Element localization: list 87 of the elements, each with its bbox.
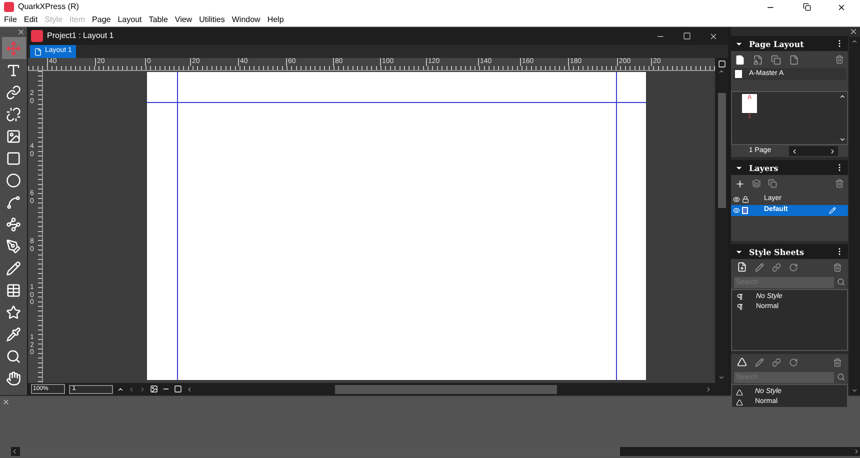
search-icon [6, 348, 21, 364]
menu-item[interactable]: File [4, 14, 17, 26]
link-icon[interactable] [772, 262, 781, 272]
layer-color-swatch [742, 207, 748, 214]
panel-title: Style Sheets [749, 246, 806, 258]
menu-item[interactable]: Layout [118, 14, 142, 26]
page-icon[interactable] [789, 54, 799, 64]
delete-icon[interactable] [833, 262, 842, 272]
panel-title: Layers [749, 162, 780, 174]
eye-icon[interactable] [733, 196, 740, 203]
table-icon [6, 282, 21, 298]
oval-tool-icon [6, 172, 21, 188]
menu-item[interactable]: Page [92, 14, 111, 26]
menu-item[interactable]: View [174, 14, 192, 26]
eye-icon[interactable] [733, 207, 740, 214]
eyedropper-icon [6, 326, 21, 342]
star-icon [6, 304, 21, 320]
duplicate-icon[interactable] [771, 54, 781, 64]
scroll-down-icon[interactable] [718, 374, 725, 381]
unlink-icon [6, 106, 21, 122]
split-vertical-icon[interactable] [174, 385, 182, 393]
menu-item[interactable]: Utilities [199, 14, 225, 26]
move-tool-icon [6, 40, 21, 56]
next-icon[interactable] [139, 386, 146, 392]
menu-item[interactable]: Table [148, 14, 168, 26]
page-icon [34, 48, 42, 56]
split-icon[interactable] [716, 60, 726, 68]
refresh-icon[interactable] [789, 262, 798, 272]
window-title: QuarkXPress (R) [18, 1, 79, 13]
maximize-icon[interactable] [683, 32, 691, 40]
add-icon[interactable] [735, 178, 745, 188]
delete-icon[interactable] [833, 358, 842, 366]
refresh-icon[interactable] [789, 358, 798, 366]
view-icon[interactable] [150, 385, 158, 393]
scroll-up-icon[interactable] [838, 93, 846, 100]
blank-page-icon[interactable] [735, 54, 745, 64]
link-icon[interactable] [772, 358, 781, 366]
link-icon [6, 84, 21, 100]
delete-icon[interactable] [835, 55, 844, 64]
document-logo-icon [31, 30, 43, 42]
line-tool-icon [6, 194, 21, 210]
scroll-up-icon[interactable] [718, 68, 725, 75]
previous-icon[interactable] [128, 386, 135, 392]
menu-item[interactable]: Edit [24, 14, 38, 26]
scroll-right-icon[interactable] [829, 148, 836, 154]
scroll-down-icon[interactable] [838, 136, 846, 143]
layers-icon[interactable] [752, 179, 761, 188]
document-title: Project1 : Layout 1 [47, 30, 114, 42]
scroll-down-icon[interactable] [851, 387, 858, 394]
panel-scrollbar[interactable] [849, 37, 860, 395]
picture-tool-icon [6, 128, 21, 144]
page-icon[interactable] [753, 54, 763, 64]
point-tool-icon [6, 216, 21, 232]
panel-header[interactable]: Page Layout [731, 36, 848, 51]
restore-icon[interactable] [803, 3, 811, 11]
close-icon[interactable] [709, 32, 718, 40]
scrollbar-thumb[interactable] [718, 93, 726, 208]
paragraph-icon [736, 303, 744, 311]
lock-icon[interactable] [742, 196, 749, 203]
app-logo-icon [4, 2, 14, 12]
rectangle-tool-icon [6, 150, 21, 166]
panel-header[interactable]: Layers [731, 160, 848, 175]
scroll-up-icon[interactable] [851, 38, 858, 45]
page-scrollbar[interactable] [789, 146, 838, 156]
menu-item[interactable]: Help [267, 14, 284, 26]
search-icon[interactable] [837, 278, 845, 286]
edit-icon[interactable] [755, 262, 764, 272]
scroll-left-icon[interactable] [791, 148, 798, 154]
text-tool-icon [6, 62, 21, 78]
new-style-icon[interactable] [737, 357, 747, 367]
close-icon[interactable] [837, 2, 846, 12]
delete-icon[interactable] [835, 179, 844, 188]
master-page-icon [735, 70, 742, 78]
edit-icon[interactable] [755, 358, 764, 366]
pencil-icon [6, 260, 21, 276]
pencil-icon [829, 207, 836, 214]
hand-icon [6, 370, 21, 386]
page-menu-icon[interactable] [117, 386, 124, 392]
panel-header[interactable]: Style Sheets [731, 244, 848, 259]
menu-item[interactable]: Window [232, 14, 260, 26]
paragraph-icon [736, 293, 744, 301]
close-icon[interactable] [849, 27, 858, 36]
new-style-icon[interactable] [737, 262, 747, 272]
panel-title: Page Layout [749, 38, 805, 50]
search-icon[interactable] [837, 373, 845, 381]
pen-tool-icon [6, 238, 21, 254]
duplicate-icon[interactable] [768, 179, 777, 188]
